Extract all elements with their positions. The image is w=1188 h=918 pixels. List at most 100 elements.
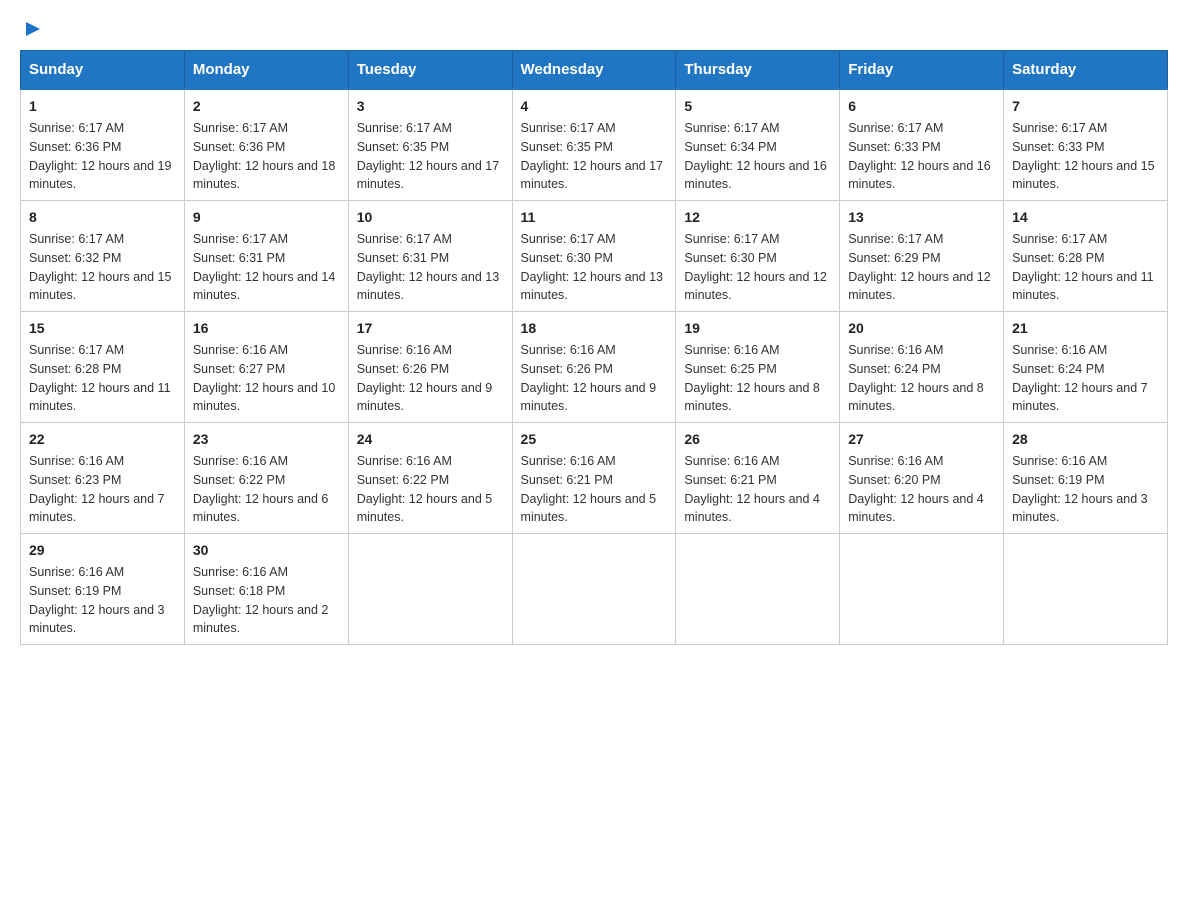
calendar-cell: 26Sunrise: 6:16 AMSunset: 6:21 PMDayligh… xyxy=(676,423,840,534)
sunrise-info: Sunrise: 6:16 AM xyxy=(848,452,995,471)
daylight-info: Daylight: 12 hours and 17 minutes. xyxy=(357,157,504,195)
daylight-info: Daylight: 12 hours and 8 minutes. xyxy=(848,379,995,417)
day-number: 16 xyxy=(193,318,340,339)
sunrise-info: Sunrise: 6:16 AM xyxy=(357,341,504,360)
sunrise-info: Sunrise: 6:17 AM xyxy=(357,119,504,138)
day-number: 26 xyxy=(684,429,831,450)
sunrise-info: Sunrise: 6:16 AM xyxy=(1012,452,1159,471)
day-number: 29 xyxy=(29,540,176,561)
sunset-info: Sunset: 6:19 PM xyxy=(1012,471,1159,490)
daylight-info: Daylight: 12 hours and 2 minutes. xyxy=(193,601,340,639)
calendar-cell xyxy=(840,534,1004,645)
calendar-cell: 24Sunrise: 6:16 AMSunset: 6:22 PMDayligh… xyxy=(348,423,512,534)
sunset-info: Sunset: 6:36 PM xyxy=(193,138,340,157)
sunrise-info: Sunrise: 6:17 AM xyxy=(521,230,668,249)
sunset-info: Sunset: 6:35 PM xyxy=(521,138,668,157)
sunrise-info: Sunrise: 6:16 AM xyxy=(521,341,668,360)
calendar-cell: 22Sunrise: 6:16 AMSunset: 6:23 PMDayligh… xyxy=(21,423,185,534)
sunset-info: Sunset: 6:19 PM xyxy=(29,582,176,601)
daylight-info: Daylight: 12 hours and 3 minutes. xyxy=(1012,490,1159,528)
calendar-cell: 15Sunrise: 6:17 AMSunset: 6:28 PMDayligh… xyxy=(21,312,185,423)
daylight-info: Daylight: 12 hours and 17 minutes. xyxy=(521,157,668,195)
sunrise-info: Sunrise: 6:16 AM xyxy=(1012,341,1159,360)
day-number: 7 xyxy=(1012,96,1159,117)
sunrise-info: Sunrise: 6:17 AM xyxy=(193,230,340,249)
day-number: 24 xyxy=(357,429,504,450)
daylight-info: Daylight: 12 hours and 9 minutes. xyxy=(521,379,668,417)
calendar-cell xyxy=(676,534,840,645)
sunset-info: Sunset: 6:34 PM xyxy=(684,138,831,157)
calendar-cell: 10Sunrise: 6:17 AMSunset: 6:31 PMDayligh… xyxy=(348,201,512,312)
calendar-cell: 27 Sunrise: 6:16 AMSunset: 6:20 PMDayligh… xyxy=(840,423,1004,534)
daylight-info: Daylight: 12 hours and 4 minutes. xyxy=(684,490,831,528)
sunset-info: Sunset: 6:35 PM xyxy=(357,138,504,157)
daylight-info: Daylight: 12 hours and 12 minutes. xyxy=(684,268,831,306)
day-number: 17 xyxy=(357,318,504,339)
sunset-info: Sunset: 6:22 PM xyxy=(357,471,504,490)
calendar-cell: 17Sunrise: 6:16 AMSunset: 6:26 PMDayligh… xyxy=(348,312,512,423)
daylight-info: Daylight: 12 hours and 7 minutes. xyxy=(29,490,176,528)
calendar-cell: 20Sunrise: 6:16 AMSunset: 6:24 PMDayligh… xyxy=(840,312,1004,423)
day-number: 30 xyxy=(193,540,340,561)
logo xyxy=(20,20,44,40)
calendar-cell: 4 Sunrise: 6:17 AMSunset: 6:35 PMDaylight… xyxy=(512,89,676,201)
sunset-info: Sunset: 6:27 PM xyxy=(193,360,340,379)
calendar-table: SundayMondayTuesdayWednesdayThursdayFrid… xyxy=(20,50,1168,645)
calendar-week-row: 15Sunrise: 6:17 AMSunset: 6:28 PMDayligh… xyxy=(21,312,1168,423)
calendar-week-row: 22Sunrise: 6:16 AMSunset: 6:23 PMDayligh… xyxy=(21,423,1168,534)
sunrise-info: Sunrise: 6:16 AM xyxy=(193,341,340,360)
daylight-info: Daylight: 12 hours and 5 minutes. xyxy=(521,490,668,528)
sunset-info: Sunset: 6:25 PM xyxy=(684,360,831,379)
day-number: 25 xyxy=(521,429,668,450)
day-number: 15 xyxy=(29,318,176,339)
day-header-monday: Monday xyxy=(184,51,348,90)
day-number: 1 xyxy=(29,96,176,117)
day-number: 4 xyxy=(521,96,668,117)
sunrise-info: Sunrise: 6:16 AM xyxy=(684,341,831,360)
sunrise-info: Sunrise: 6:16 AM xyxy=(684,452,831,471)
daylight-info: Daylight: 12 hours and 13 minutes. xyxy=(521,268,668,306)
sunset-info: Sunset: 6:20 PM xyxy=(848,471,995,490)
daylight-info: Daylight: 12 hours and 4 minutes. xyxy=(848,490,995,528)
sunset-info: Sunset: 6:31 PM xyxy=(193,249,340,268)
daylight-info: Daylight: 12 hours and 7 minutes. xyxy=(1012,379,1159,417)
day-number: 11 xyxy=(521,207,668,228)
calendar-week-row: 8Sunrise: 6:17 AMSunset: 6:32 PMDaylight… xyxy=(21,201,1168,312)
sunset-info: Sunset: 6:24 PM xyxy=(1012,360,1159,379)
sunrise-info: Sunrise: 6:16 AM xyxy=(29,563,176,582)
day-header-friday: Friday xyxy=(840,51,1004,90)
daylight-info: Daylight: 12 hours and 10 minutes. xyxy=(193,379,340,417)
sunrise-info: Sunrise: 6:17 AM xyxy=(684,119,831,138)
day-number: 20 xyxy=(848,318,995,339)
sunrise-info: Sunrise: 6:17 AM xyxy=(29,230,176,249)
sunset-info: Sunset: 6:26 PM xyxy=(357,360,504,379)
sunrise-info: Sunrise: 6:16 AM xyxy=(29,452,176,471)
sunset-info: Sunset: 6:31 PM xyxy=(357,249,504,268)
sunrise-info: Sunrise: 6:17 AM xyxy=(521,119,668,138)
sunrise-info: Sunrise: 6:16 AM xyxy=(357,452,504,471)
calendar-week-row: 29Sunrise: 6:16 AMSunset: 6:19 PMDayligh… xyxy=(21,534,1168,645)
daylight-info: Daylight: 12 hours and 15 minutes. xyxy=(1012,157,1159,195)
day-header-saturday: Saturday xyxy=(1004,51,1168,90)
calendar-cell: 13Sunrise: 6:17 AMSunset: 6:29 PMDayligh… xyxy=(840,201,1004,312)
daylight-info: Daylight: 12 hours and 15 minutes. xyxy=(29,268,176,306)
calendar-cell: 1Sunrise: 6:17 AMSunset: 6:36 PMDaylight… xyxy=(21,89,185,201)
sunrise-info: Sunrise: 6:16 AM xyxy=(193,563,340,582)
day-number: 10 xyxy=(357,207,504,228)
sunset-info: Sunset: 6:21 PM xyxy=(521,471,668,490)
day-number: 13 xyxy=(848,207,995,228)
daylight-info: Daylight: 12 hours and 12 minutes. xyxy=(848,268,995,306)
day-number: 23 xyxy=(193,429,340,450)
calendar-cell: 29Sunrise: 6:16 AMSunset: 6:19 PMDayligh… xyxy=(21,534,185,645)
calendar-cell: 16 Sunrise: 6:16 AMSunset: 6:27 PMDayligh… xyxy=(184,312,348,423)
sunrise-info: Sunrise: 6:16 AM xyxy=(848,341,995,360)
day-number: 9 xyxy=(193,207,340,228)
calendar-header-row: SundayMondayTuesdayWednesdayThursdayFrid… xyxy=(21,51,1168,90)
daylight-info: Daylight: 12 hours and 11 minutes. xyxy=(1012,268,1159,306)
sunset-info: Sunset: 6:30 PM xyxy=(684,249,831,268)
day-number: 27 xyxy=(848,429,995,450)
sunrise-info: Sunrise: 6:17 AM xyxy=(1012,230,1159,249)
sunset-info: Sunset: 6:18 PM xyxy=(193,582,340,601)
sunrise-info: Sunrise: 6:17 AM xyxy=(1012,119,1159,138)
sunrise-info: Sunrise: 6:17 AM xyxy=(29,341,176,360)
